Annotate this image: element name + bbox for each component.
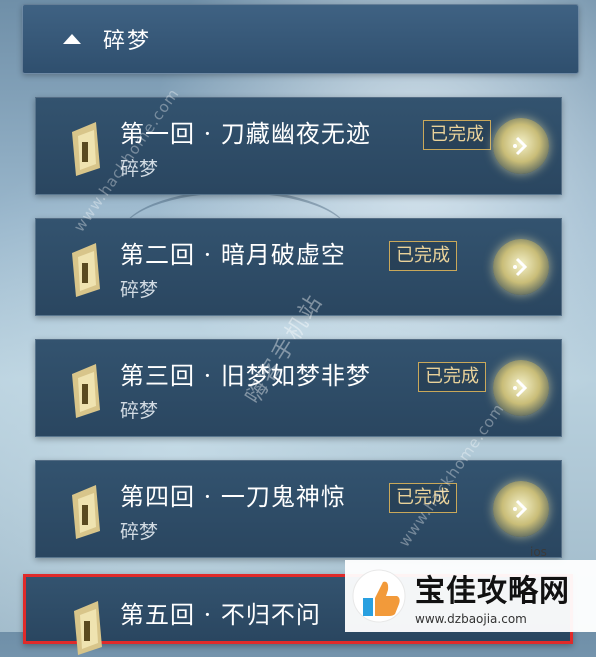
chapter-subtitle: 碎梦 [120, 400, 159, 422]
status-badge-completed: 已完成 [389, 241, 457, 271]
scroll-icon [72, 122, 100, 176]
chevron-up-icon [63, 34, 81, 44]
scroll-icon [72, 364, 100, 418]
thumbs-up-icon [352, 569, 406, 623]
logo-name: 宝佳攻略网 [415, 574, 570, 609]
site-logo: 宝佳攻略网 www.dzbaojia.com [345, 560, 596, 632]
scroll-icon [72, 243, 100, 297]
side-label: ios [530, 545, 547, 559]
section-title: 碎梦 [103, 29, 152, 54]
arrow-right-icon [513, 378, 528, 398]
go-button[interactable] [493, 239, 549, 295]
status-badge-completed: 已完成 [423, 120, 491, 150]
chapter-card-4[interactable]: 第四回 · 一刀鬼神惊 碎梦 已完成 [35, 460, 562, 558]
status-badge-completed: 已完成 [418, 362, 486, 392]
chapter-subtitle: 碎梦 [120, 279, 159, 301]
go-button[interactable] [493, 118, 549, 174]
scroll-icon [72, 485, 100, 539]
arrow-right-icon [513, 136, 528, 156]
chapter-subtitle: 碎梦 [120, 521, 159, 543]
arrow-right-icon [513, 499, 528, 519]
scroll-icon [74, 601, 102, 655]
chapter-title: 第四回 · 一刀鬼神惊 [120, 483, 346, 511]
arrow-right-icon [513, 257, 528, 277]
go-button[interactable] [493, 481, 549, 537]
section-header-collapse-toggle[interactable]: 碎梦 [22, 4, 579, 74]
chapter-title: 第二回 · 暗月破虚空 [120, 241, 346, 269]
chapter-title: 第五回 · 不归不问 [120, 601, 321, 629]
logo-url: www.dzbaojia.com [415, 612, 527, 626]
